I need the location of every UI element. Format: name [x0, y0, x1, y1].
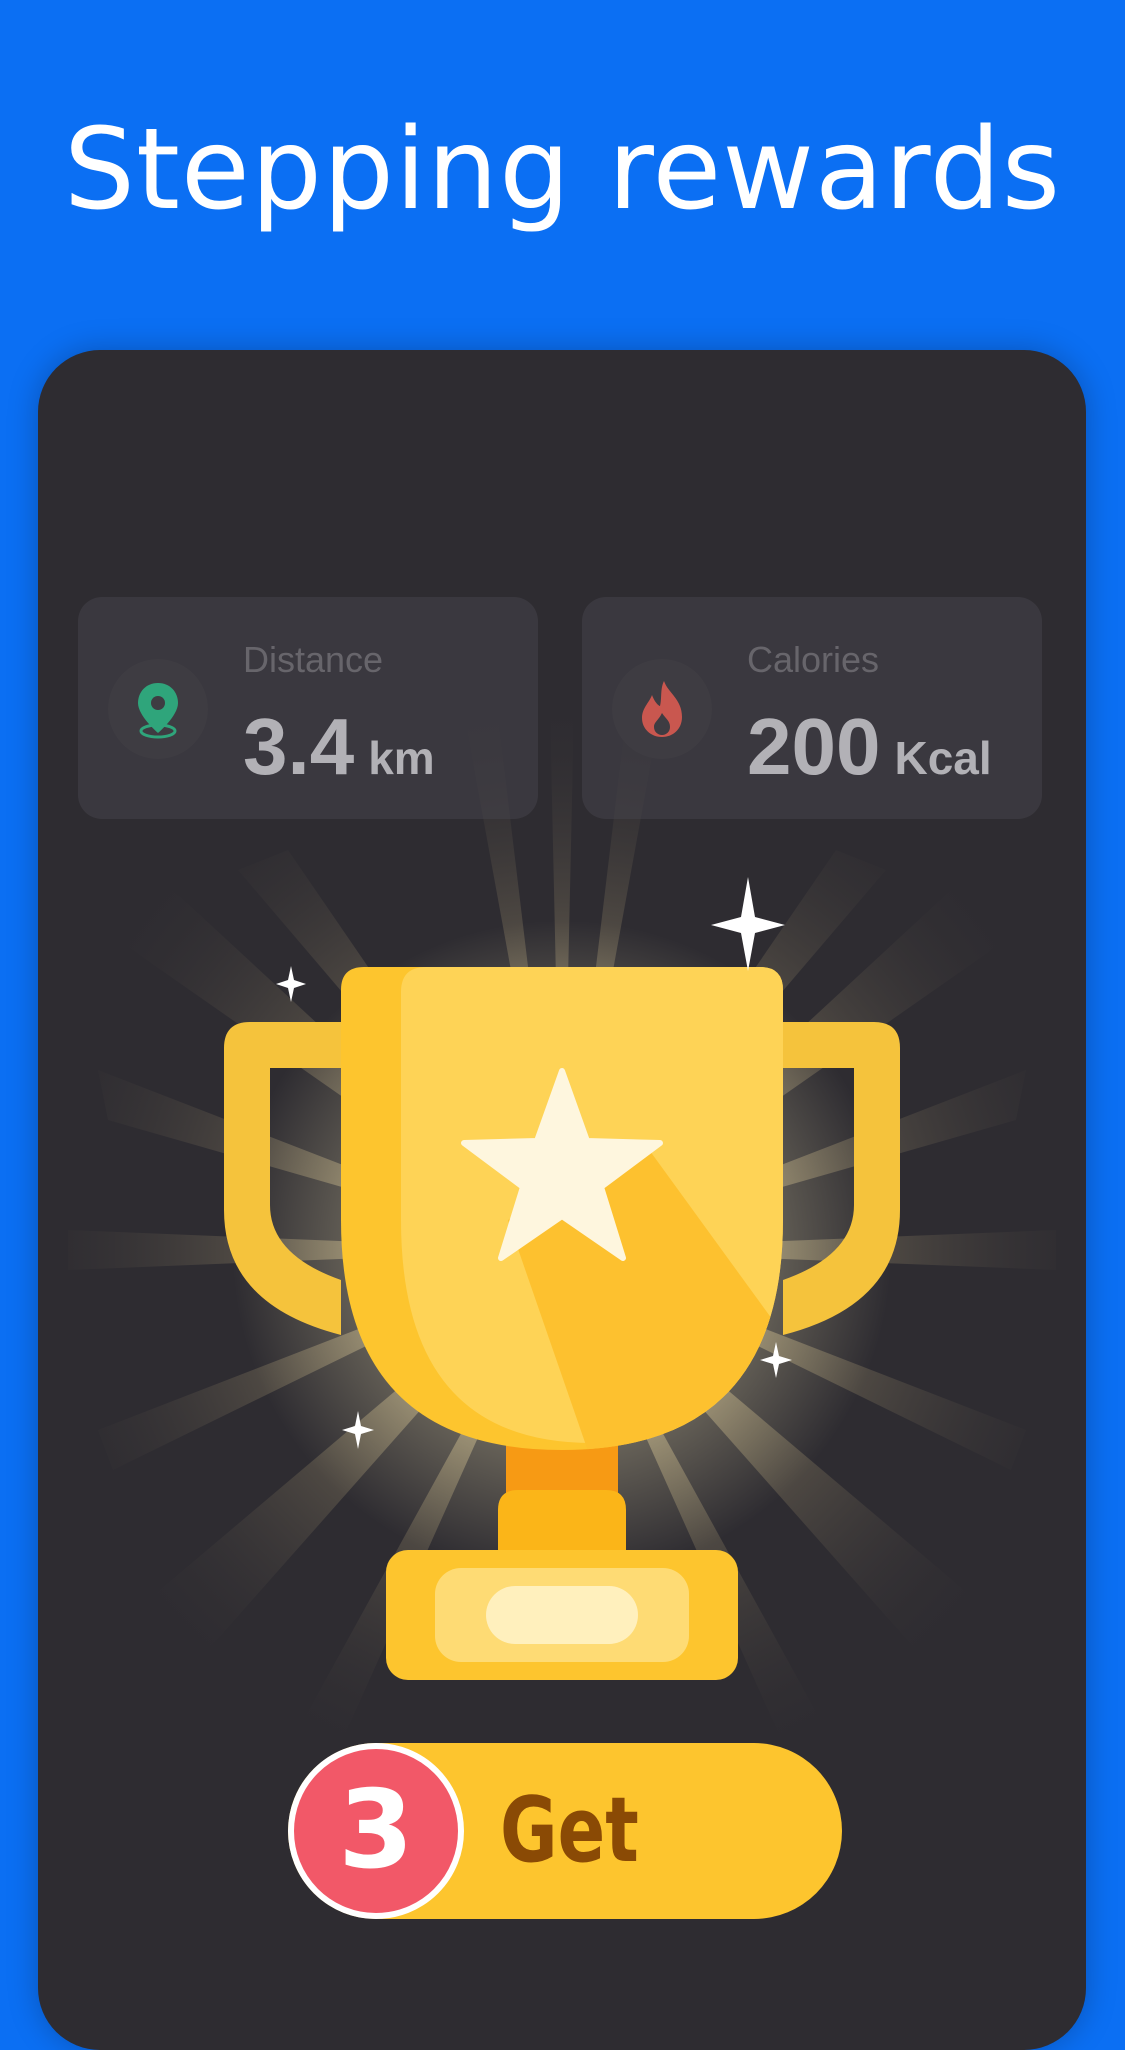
get-reward-button[interactable]: 3 Get: [288, 1743, 842, 1919]
phone-panel: Distance 3.4 km Calories 200 Kcal 3 Get: [38, 350, 1086, 2050]
sparkle: [711, 877, 785, 971]
sparkle: [342, 1411, 374, 1449]
trophy-right-handle: [783, 1022, 900, 1335]
sparkle: [760, 1342, 792, 1378]
get-button-label: Get: [500, 1778, 639, 1883]
sparkle: [276, 966, 306, 1002]
trophy-left-handle: [224, 1022, 341, 1335]
reward-count-badge: 3: [288, 1743, 464, 1919]
page-title: Stepping rewards: [63, 105, 1062, 235]
